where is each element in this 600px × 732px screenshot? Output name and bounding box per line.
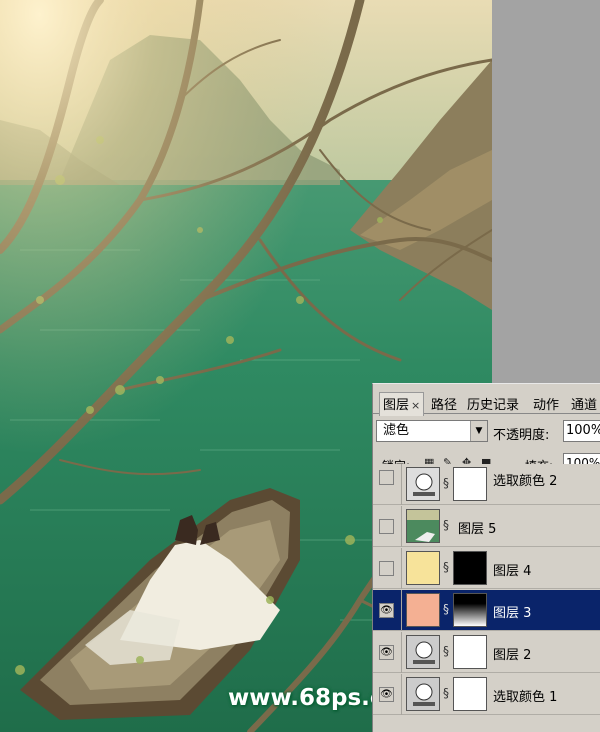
- chain-link-icon[interactable]: §: [443, 686, 449, 700]
- layer-thumbnail: [406, 593, 440, 627]
- tab-layers[interactable]: 图层 ×: [379, 392, 425, 416]
- close-icon[interactable]: ×: [411, 399, 420, 412]
- layer-row[interactable]: 👁 § 选取颜色 1: [373, 674, 600, 715]
- layer-mask-thumbnail: [453, 551, 487, 585]
- layer-mask-thumbnail: [453, 635, 487, 669]
- chain-link-icon[interactable]: §: [443, 518, 449, 532]
- visibility-toggle[interactable]: [379, 519, 394, 534]
- layer-mask-thumbnail: [453, 677, 487, 711]
- adjustment-thumbnail: [406, 635, 440, 669]
- layers-panel: 图层× 路径 历史记录 动作 通道 滤色 ▼ 不透明度: 100% 锁定: ▦ …: [372, 383, 600, 732]
- layer-row[interactable]: 👁 § 图层 3: [373, 590, 600, 631]
- layer-name: 选取颜色 1: [493, 690, 558, 705]
- layer-thumbnail: [406, 551, 440, 585]
- chain-link-icon[interactable]: §: [443, 476, 449, 490]
- eye-icon[interactable]: 👁: [379, 645, 394, 660]
- chain-link-icon[interactable]: §: [443, 560, 449, 574]
- layer-name: 图层 2: [493, 648, 532, 663]
- layer-name: 图层 5: [458, 522, 497, 537]
- tab-paths[interactable]: 路径: [431, 394, 457, 413]
- chain-link-icon[interactable]: §: [443, 644, 449, 658]
- tab-channels[interactable]: 通道: [571, 394, 597, 413]
- layer-row[interactable]: § 图层 4: [373, 548, 600, 589]
- layer-name: 图层 4: [493, 564, 532, 579]
- chevron-down-icon[interactable]: ▼: [470, 421, 487, 441]
- layer-name: 图层 3: [493, 606, 532, 621]
- eye-icon[interactable]: 👁: [379, 687, 394, 702]
- layer-row[interactable]: § 图层 5: [373, 506, 600, 547]
- blend-row: 滤色 ▼ 不透明度: 100%: [373, 417, 600, 445]
- tab-layers-label: 图层: [383, 398, 410, 413]
- blend-mode-value: 滤色: [383, 423, 410, 438]
- layer-mask-thumbnail: [453, 467, 487, 501]
- panel-tabs: 图层 × 路径 历史记录 动作 通道: [373, 384, 600, 416]
- adjustment-thumbnail: [406, 467, 440, 501]
- opacity-label: 不透明度:: [493, 428, 550, 443]
- visibility-toggle[interactable]: [379, 561, 394, 576]
- adjustment-thumbnail: [406, 677, 440, 711]
- layer-thumbnail: [406, 509, 440, 543]
- opacity-input[interactable]: 100%: [563, 420, 600, 442]
- layer-row[interactable]: 👁 § 图层 2: [373, 632, 600, 673]
- eye-icon[interactable]: 👁: [379, 603, 394, 618]
- layer-mask-thumbnail: [453, 593, 487, 627]
- visibility-toggle[interactable]: [379, 470, 394, 485]
- blend-mode-select[interactable]: 滤色 ▼: [376, 420, 488, 442]
- layer-name: 选取颜色 2: [493, 474, 558, 489]
- tab-history[interactable]: 历史记录: [467, 394, 519, 413]
- canvas-background: [492, 0, 600, 383]
- tab-actions[interactable]: 动作: [533, 394, 559, 413]
- chain-link-icon[interactable]: §: [443, 602, 449, 616]
- layer-row[interactable]: § 选取颜色 2: [373, 464, 600, 505]
